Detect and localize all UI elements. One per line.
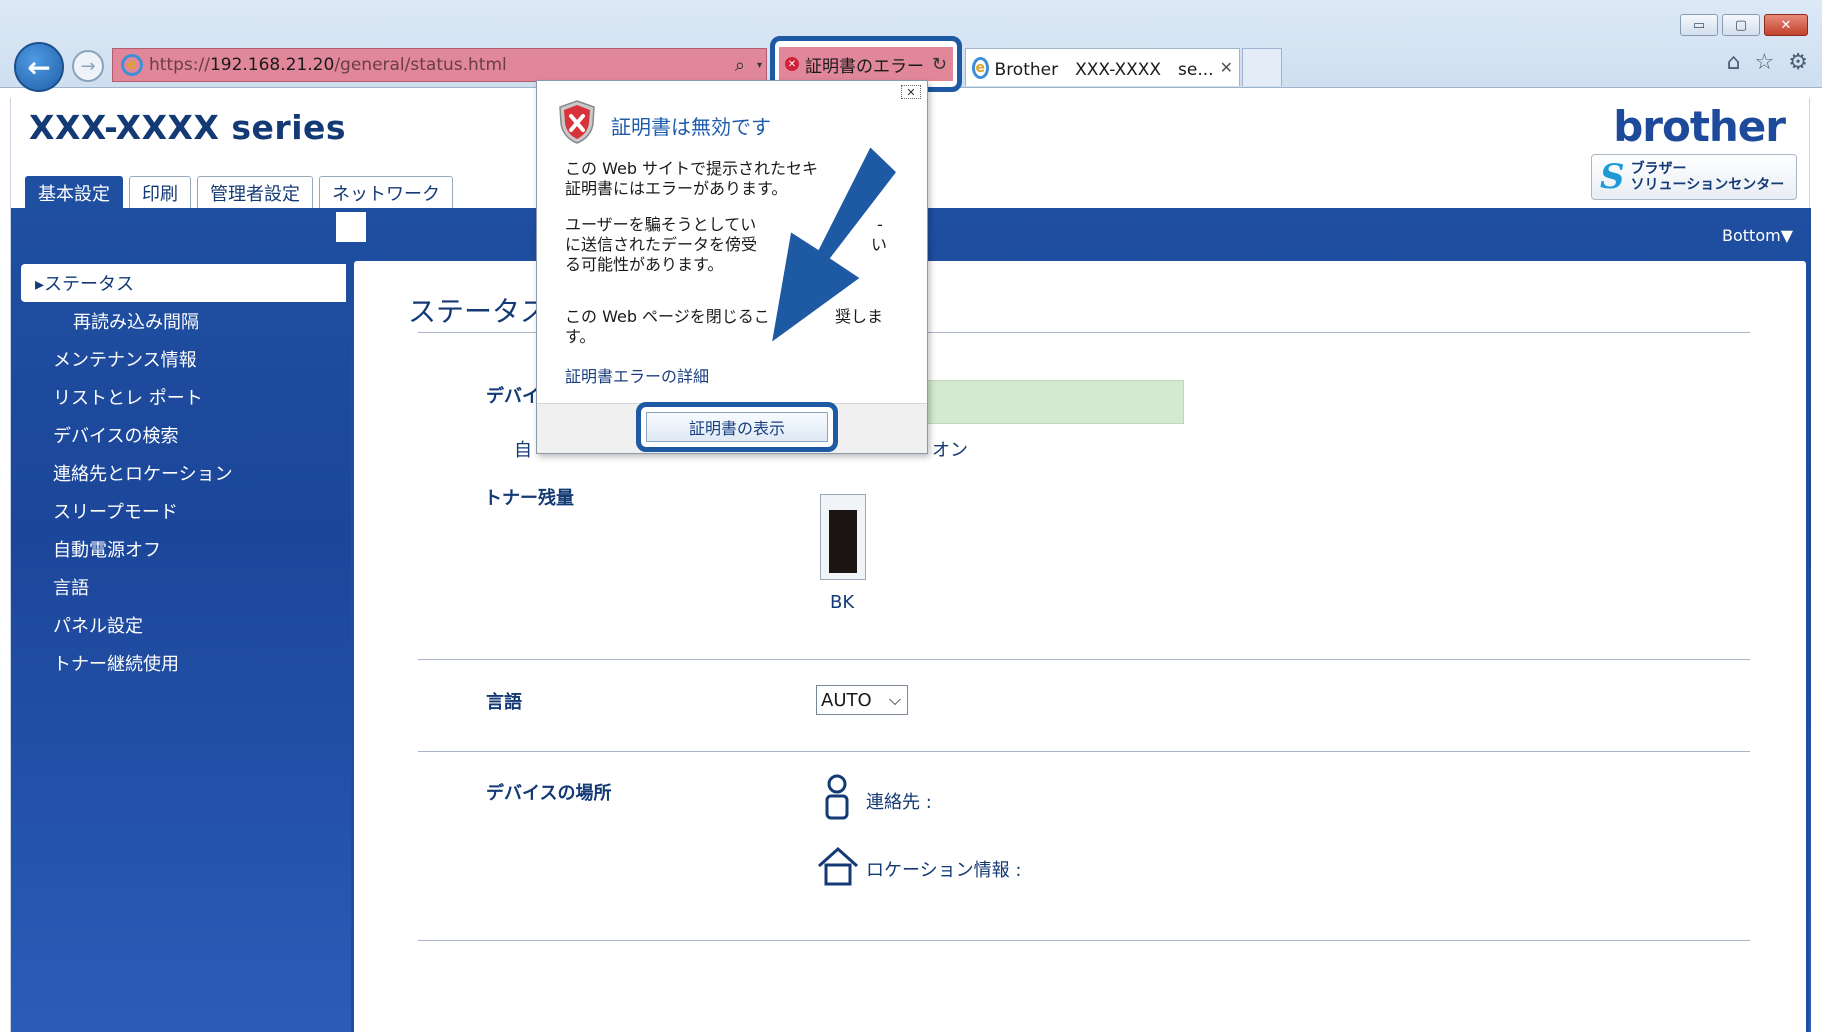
star-icon[interactable]: ☆ <box>1755 50 1775 75</box>
view-certificate-highlight: 証明書の表示 <box>636 402 838 452</box>
home-icon[interactable]: ⌂ <box>1727 50 1741 75</box>
divider <box>418 751 1750 752</box>
address-bar[interactable]: e https://192.168.21.20/general/status.h… <box>112 48 767 82</box>
sidebar-item-find-device[interactable]: デバイスの検索 <box>21 416 346 454</box>
brother-logo: brother <box>1613 102 1786 151</box>
tab-close-icon[interactable]: ✕ <box>1220 58 1233 77</box>
minimize-button[interactable]: ▭ <box>1680 14 1718 36</box>
window-controls: ▭ ▢ ✕ <box>1680 14 1808 36</box>
instruction-arrow-icon <box>767 142 900 349</box>
sidebar-item-panel-settings[interactable]: パネル設定 <box>21 606 346 644</box>
url-path: /general/status.html <box>334 55 507 75</box>
sidebar: ▸ステータス 再読み込み間隔 メンテナンス情報 リストとレ ポート デバイスの検… <box>21 264 346 682</box>
language-select[interactable]: AUTO ⌵ <box>816 685 908 715</box>
sidebar-item-lists-reports[interactable]: リストとレ ポート <box>21 378 346 416</box>
auto-refresh-value: オン <box>932 440 968 461</box>
sidebar-item-status[interactable]: ▸ステータス <box>21 264 346 302</box>
sidebar-item-sleep-mode[interactable]: スリープモード <box>21 492 346 530</box>
error-x-icon: ✕ <box>785 57 799 71</box>
toner-label: トナー残量 <box>484 488 574 509</box>
tab-basic-settings[interactable]: 基本設定 <box>25 176 123 208</box>
person-icon <box>825 774 849 820</box>
url-text[interactable]: https://192.168.21.20/general/status.htm… <box>149 55 507 75</box>
toolbar-icons: ⌂ ☆ ⚙ <box>1727 50 1808 75</box>
auto-refresh-label: 自 <box>514 440 532 461</box>
close-button[interactable]: ✕ <box>1764 14 1808 36</box>
forward-button[interactable]: → <box>72 50 104 82</box>
ie-icon: e <box>121 54 143 76</box>
cert-error-details-link[interactable]: 証明書エラーの詳細 <box>565 363 709 387</box>
view-certificate-button[interactable]: 証明書の表示 <box>646 412 828 442</box>
ie-icon: e <box>972 56 989 79</box>
cert-error-indicator[interactable]: ✕ 証明書のエラー ↻ <box>779 47 953 81</box>
solutions-center-button[interactable]: S ブラザー ソリューションセンター <box>1591 154 1797 200</box>
toner-level-bar <box>829 510 857 573</box>
cert-error-label: 証明書のエラー <box>805 56 924 77</box>
page-title: ステータス <box>408 295 549 328</box>
arrow-left-icon: ← <box>27 50 51 84</box>
sidebar-item-maintenance[interactable]: メンテナンス情報 <box>21 340 346 378</box>
divider <box>418 659 1750 660</box>
back-button[interactable]: ← <box>14 42 64 92</box>
sidebar-item-auto-power-off[interactable]: 自動電源オフ <box>21 530 346 568</box>
model-title: XXX-XXXX series <box>29 108 347 147</box>
language-label: 言語 <box>486 692 522 713</box>
popup-close-icon[interactable]: ✕ <box>901 85 921 99</box>
sidebar-item-toner-continue[interactable]: トナー継続使用 <box>21 644 346 682</box>
language-value: AUTO <box>821 689 872 711</box>
house-icon <box>817 846 859 886</box>
main-tabs: 基本設定 印刷 管理者設定 ネットワーク <box>25 176 453 208</box>
tab-network[interactable]: ネットワーク <box>319 176 453 208</box>
location-info-label: ロケーション情報 : <box>866 860 1022 881</box>
contact-label: 連絡先 : <box>866 792 932 813</box>
sidebar-item-contact-location[interactable]: 連絡先とロケーション <box>21 454 346 492</box>
maximize-button[interactable]: ▢ <box>1722 14 1760 36</box>
browser-tab[interactable]: e Brother XXX-XXXX se... ✕ <box>965 48 1240 86</box>
url-host: 192.168.21.20 <box>209 55 335 75</box>
sidebar-item-language[interactable]: 言語 <box>21 568 346 606</box>
solutions-label: ブラザー ソリューションセンター <box>1630 161 1785 193</box>
address-dropdown-icon[interactable]: ▾ <box>757 60 762 71</box>
content-edge <box>336 212 366 242</box>
popup-title: 証明書は無効です <box>611 115 771 139</box>
solutions-s-icon: S <box>1600 157 1625 197</box>
shield-error-icon <box>559 100 595 144</box>
gear-icon[interactable]: ⚙ <box>1788 50 1808 75</box>
device-status-label: デバイ <box>486 386 540 407</box>
bottom-link[interactable]: Bottom▼ <box>1722 226 1793 245</box>
tab-label: Brother XXX-XXXX se... <box>994 60 1214 80</box>
sidebar-item-refresh-interval[interactable]: 再読み込み間隔 <box>21 302 346 340</box>
new-tab-button[interactable] <box>1242 48 1282 86</box>
tab-admin[interactable]: 管理者設定 <box>197 176 313 208</box>
search-icon[interactable]: ⌕ <box>735 55 745 76</box>
divider <box>418 940 1750 941</box>
toner-gauge <box>820 494 866 580</box>
device-location-label: デバイスの場所 <box>486 783 612 804</box>
toner-color-label: BK <box>830 592 855 613</box>
tab-print[interactable]: 印刷 <box>129 176 191 208</box>
chevron-down-icon: ⌵ <box>888 690 901 709</box>
arrow-right-icon: → <box>80 55 96 77</box>
device-status-box <box>912 380 1184 424</box>
refresh-icon[interactable]: ↻ <box>932 54 947 75</box>
